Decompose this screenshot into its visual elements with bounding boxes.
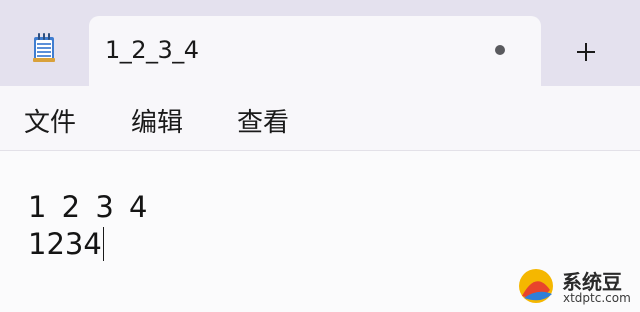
menu-file[interactable]: 文件 [24,102,76,139]
site-watermark: 系统豆 xtdptc.com [510,258,640,310]
new-tab-button[interactable] [568,34,604,70]
text-line-with-caret: 1234 [28,227,104,261]
title-bar: 1_2_3_4 [0,0,640,86]
menu-edit[interactable]: 编辑 [131,102,183,139]
notepad-icon [32,31,56,63]
menu-bar: 文件 编辑 查看 [0,86,640,151]
menu-view[interactable]: 查看 [237,102,289,139]
text-caret [102,227,104,261]
watermark-url: xtdptc.com [563,291,631,305]
text-line: 1 2 3 4 [28,190,151,224]
unsaved-indicator-icon[interactable] [495,45,505,55]
tab-title: 1_2_3_4 [105,36,199,64]
watermark-logo-icon [519,269,553,303]
document-tab[interactable]: 1_2_3_4 [89,16,541,86]
plus-icon [577,43,595,61]
text-line-content: 1234 [28,227,102,261]
